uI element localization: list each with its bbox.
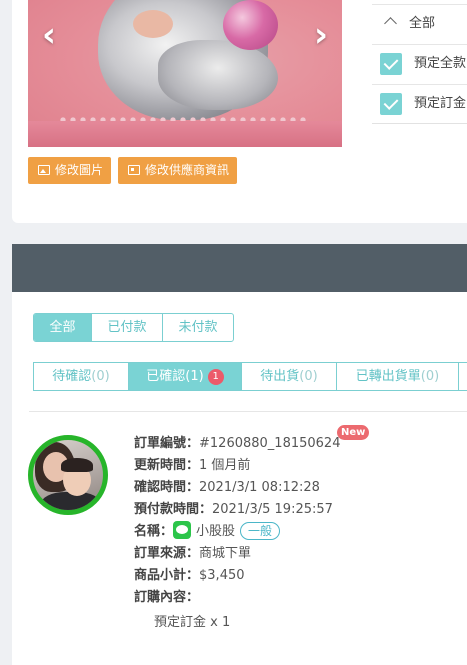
avatar[interactable] <box>28 435 108 515</box>
order-id-value[interactable]: #1260880_18150624 <box>199 436 340 451</box>
tab-count: (0) <box>299 369 318 384</box>
tab-payment-all[interactable]: 全部 <box>34 314 91 341</box>
product-photo-detail <box>223 0 278 50</box>
checkbox-checked-icon[interactable] <box>380 92 402 115</box>
orders-card: 全部 已付款 未付款 待確認(0) 已確認(1) 1 待出貨(0) 已轉出貨單(0… <box>12 244 467 665</box>
tab-count: (1) <box>185 369 204 384</box>
new-badge: New <box>337 425 370 440</box>
customer-name-row: 名稱： 小股股 一般 <box>134 521 467 543</box>
orders-header-bar <box>12 244 467 292</box>
order-contents-row: 訂購內容： <box>134 587 467 609</box>
member-level-tag: 一般 <box>240 522 281 540</box>
tab-count: (0) <box>91 369 110 384</box>
subtotal-label: 商品小計： <box>134 568 200 583</box>
deposit-type-filter: 全部 預定全款 預定訂金 <box>372 0 467 124</box>
confirmed-time-row: 確認時間：2021/3/1 08:12:28 <box>134 477 467 499</box>
tab-converted-to-shipment[interactable]: 已轉出貨單(0) <box>337 363 459 390</box>
divider <box>29 411 467 412</box>
tab-pending-confirmation[interactable]: 待確認(0) <box>34 363 129 390</box>
payment-status-tabs: 全部 已付款 未付款 <box>33 313 234 342</box>
tab-count: (0) <box>420 369 440 384</box>
avatar-photo-detail <box>41 492 101 510</box>
tab-label: 已確認 <box>146 369 186 384</box>
order-source-label: 訂單來源： <box>134 546 200 561</box>
order-source-row: 訂單來源：商城下單 <box>134 543 467 565</box>
order-source-value: 商城下單 <box>199 546 252 561</box>
filter-option-deposit[interactable]: 預定訂金 <box>372 84 467 124</box>
line-app-icon <box>173 521 192 539</box>
id-card-icon <box>128 165 140 175</box>
updated-time-label: 更新時間： <box>134 458 200 473</box>
filter-option-full-payment[interactable]: 預定全款 <box>372 44 467 84</box>
tab-payment-paid[interactable]: 已付款 <box>91 314 162 341</box>
order-id-label: 訂單編號： <box>134 436 200 451</box>
tab-confirmed[interactable]: 已確認(1) 1 <box>129 363 242 390</box>
chevron-up-icon <box>384 17 397 30</box>
edit-photo-button[interactable]: 修改圖片 <box>28 157 112 184</box>
product-image-carousel[interactable]: ‹ › <box>28 0 342 147</box>
tab-label: 已轉出貨單 <box>355 369 421 384</box>
image-icon <box>38 165 50 175</box>
tab-pending-shipment[interactable]: 待出貨(0) <box>242 363 337 390</box>
order-contents-label: 訂購內容： <box>134 590 200 605</box>
avatar-photo-detail <box>61 458 93 472</box>
edit-supplier-label: 修改供應商資訊 <box>145 163 230 177</box>
filter-option-label: 預定全款 <box>414 56 467 71</box>
tab-label: 待確認 <box>52 369 92 384</box>
product-photo-detail <box>133 10 173 38</box>
edit-supplier-button[interactable]: 修改供應商資訊 <box>118 157 238 184</box>
updated-time-row: 更新時間：1 個月前 <box>134 455 467 477</box>
order-item: 預定訂金 x 1 <box>154 615 231 630</box>
prepayment-time-row: 預付款時間：2021/3/5 19:25:57 <box>134 499 467 521</box>
customer-name-label: 名稱： <box>134 524 174 539</box>
product-card: ‹ › 修改圖片 修改供應商資訊 全部 預定全款 預定訂金 <box>12 0 467 223</box>
order-status-tabs: 待確認(0) 已確認(1) 1 待出貨(0) 已轉出貨單(0) <box>33 362 467 391</box>
chevron-left-icon[interactable]: ‹ <box>42 18 56 52</box>
tab-overflow[interactable] <box>459 363 467 390</box>
prepayment-time-label: 預付款時間： <box>134 502 213 517</box>
checkbox-checked-icon[interactable] <box>380 52 402 75</box>
edit-photo-label: 修改圖片 <box>55 163 104 177</box>
subtotal-row: 商品小計：$3,450 <box>134 565 467 587</box>
tab-label: 待出貨 <box>260 369 300 384</box>
tab-payment-unpaid[interactable]: 未付款 <box>162 314 233 341</box>
notification-badge: 1 <box>207 369 224 385</box>
prepayment-time-value: 2021/3/5 19:25:57 <box>212 502 333 517</box>
customer-name-value[interactable]: 小股股 <box>196 524 235 539</box>
subtotal-value: $3,450 <box>199 568 245 583</box>
filter-all-toggle[interactable]: 全部 <box>372 4 467 44</box>
order-details: 訂單編號：#1260880_18150624 New 更新時間：1 個月前 確認… <box>134 425 467 634</box>
filter-all-label: 全部 <box>409 16 436 31</box>
order-id-row: 訂單編號：#1260880_18150624 New <box>134 425 467 455</box>
confirmed-time-label: 確認時間： <box>134 480 200 495</box>
filter-option-label: 預定訂金 <box>414 96 467 111</box>
product-photo-detail <box>28 121 342 147</box>
confirmed-time-value: 2021/3/1 08:12:28 <box>199 480 320 495</box>
chevron-right-icon[interactable]: › <box>314 18 328 52</box>
updated-time-value: 1 個月前 <box>199 458 251 473</box>
